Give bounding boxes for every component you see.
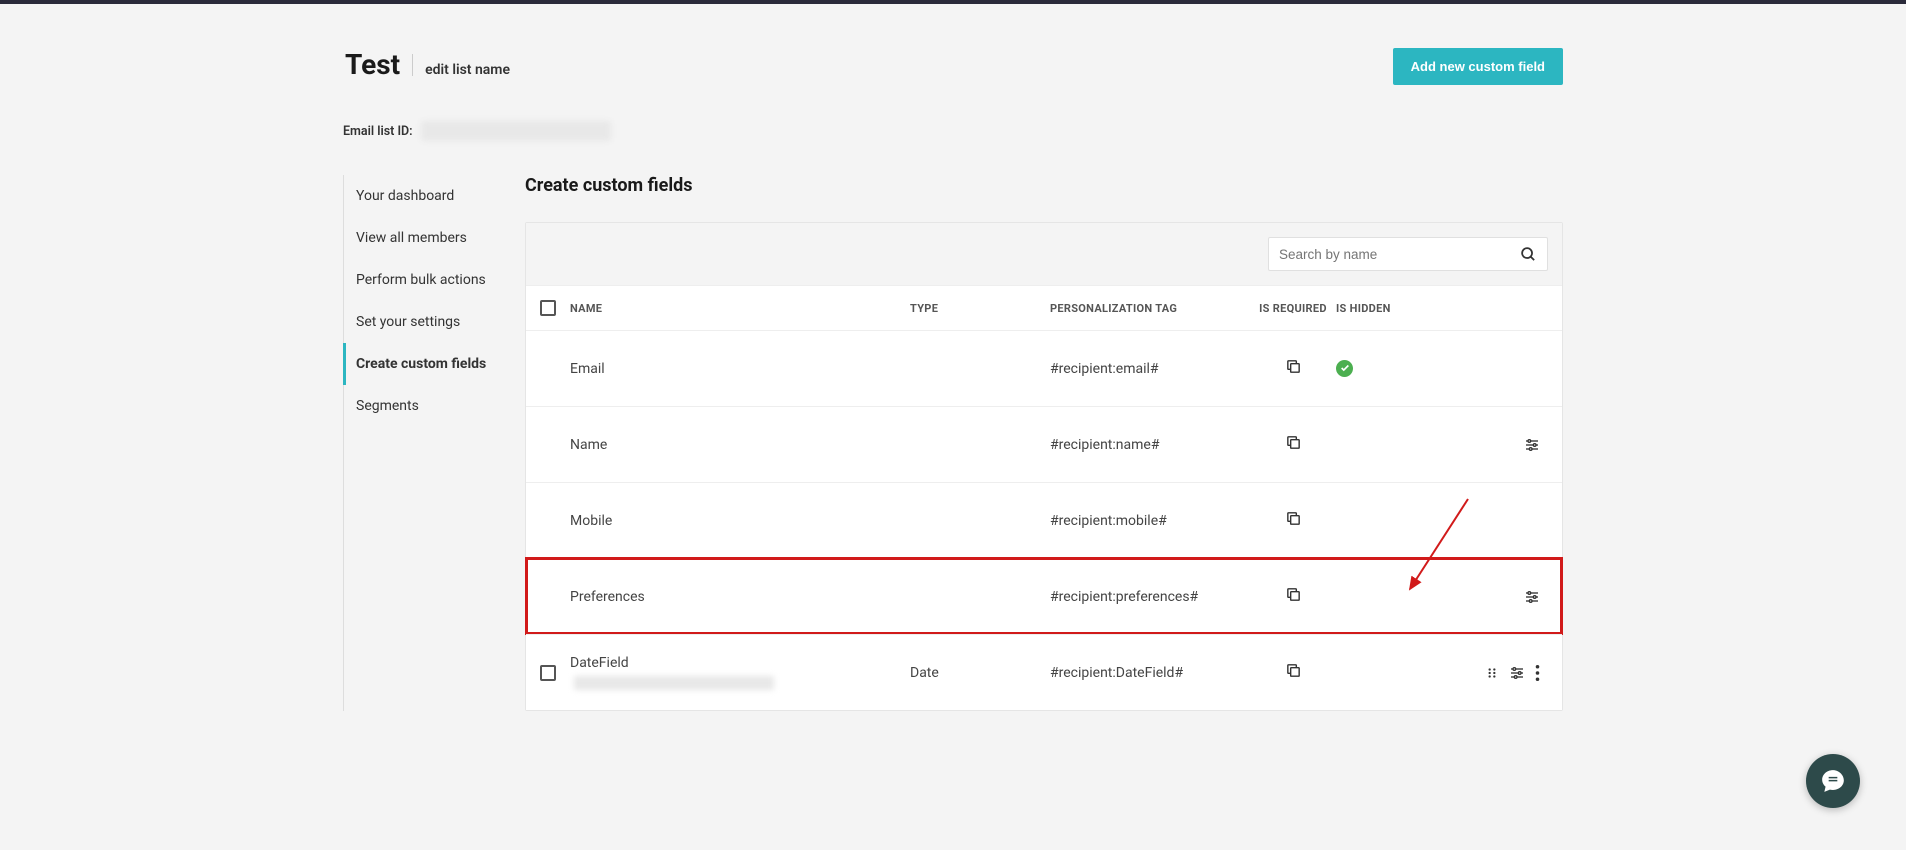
table-row[interactable]: Name #recipient:name# <box>526 406 1562 482</box>
table-row[interactable]: Mobile #recipient:mobile# <box>526 482 1562 558</box>
search-box[interactable] <box>1268 237 1548 271</box>
search-input[interactable] <box>1279 247 1520 262</box>
table-toolbar <box>526 223 1562 285</box>
title-divider <box>412 54 413 76</box>
sidebar-item-settings[interactable]: Set your settings <box>343 301 503 343</box>
copy-icon[interactable] <box>1285 358 1302 375</box>
row-checkbox[interactable] <box>540 665 556 681</box>
row-tag: #recipient:name# <box>1050 437 1250 453</box>
list-id-value-blurred <box>421 121 611 141</box>
chat-icon <box>1820 768 1846 794</box>
row-type: Date <box>910 665 1050 681</box>
sidebar-item-custom-fields[interactable]: Create custom fields <box>343 343 503 385</box>
tune-icon[interactable] <box>1509 665 1525 681</box>
row-meta-blurred <box>574 676 774 690</box>
sidebar-item-bulk-actions[interactable]: Perform bulk actions <box>343 259 503 301</box>
required-check-icon <box>1336 360 1353 377</box>
tune-icon[interactable] <box>1524 437 1540 453</box>
row-name: DateField <box>570 655 910 691</box>
edit-list-name-link[interactable]: edit list name <box>425 62 510 78</box>
search-icon <box>1520 246 1537 263</box>
copy-icon[interactable] <box>1285 586 1302 603</box>
copy-icon[interactable] <box>1285 434 1302 451</box>
table-header: NAME TYPE PERSONALIZATION TAG IS REQUIRE… <box>526 285 1562 330</box>
section-title: Create custom fields <box>525 175 1563 196</box>
col-header-tag: PERSONALIZATION TAG <box>1050 302 1250 315</box>
sidebar-item-dashboard[interactable]: Your dashboard <box>343 175 503 217</box>
add-new-custom-field-button[interactable]: Add new custom field <box>1393 48 1563 85</box>
list-id-label: Email list ID: <box>343 124 413 139</box>
header-row: Test edit list name Add new custom field <box>343 48 1563 85</box>
table-row[interactable]: Preferences #recipient:preferences# <box>526 558 1562 634</box>
row-tag: #recipient:email# <box>1050 361 1250 377</box>
copy-icon[interactable] <box>1285 662 1302 679</box>
tune-icon[interactable] <box>1524 589 1540 605</box>
table-row[interactable]: Email #recipient:email# <box>526 330 1562 406</box>
custom-fields-table: NAME TYPE PERSONALIZATION TAG IS REQUIRE… <box>525 222 1563 711</box>
title-block: Test edit list name <box>345 48 510 81</box>
col-header-required: IS REQUIRED <box>1250 302 1336 315</box>
more-icon[interactable] <box>1535 665 1540 681</box>
content-area: Create custom fields NAME TYPE PERSONALI… <box>525 175 1563 711</box>
row-tag: #recipient:mobile# <box>1050 513 1250 529</box>
row-tag: #recipient:preferences# <box>1050 589 1250 605</box>
select-all-checkbox[interactable] <box>540 300 556 316</box>
col-header-name: NAME <box>570 302 910 315</box>
row-name: Email <box>570 361 910 377</box>
col-header-type: TYPE <box>910 302 1050 315</box>
table-row[interactable]: DateFieldDate#recipient:DateField# <box>526 634 1562 710</box>
row-tag: #recipient:DateField# <box>1050 665 1250 681</box>
drag-handle-icon[interactable] <box>1485 666 1499 680</box>
row-name: Mobile <box>570 513 910 529</box>
col-header-hidden: IS HIDDEN <box>1336 302 1412 315</box>
chat-fab[interactable] <box>1806 754 1860 808</box>
sidebar-item-segments[interactable]: Segments <box>343 385 503 427</box>
sidebar-item-view-members[interactable]: View all members <box>343 217 503 259</box>
row-name: Name <box>570 437 910 453</box>
copy-icon[interactable] <box>1285 510 1302 527</box>
list-id-row: Email list ID: <box>343 121 1563 141</box>
list-title: Test <box>345 48 400 81</box>
sidebar: Your dashboard View all members Perform … <box>343 175 503 711</box>
row-name: Preferences <box>570 589 910 605</box>
